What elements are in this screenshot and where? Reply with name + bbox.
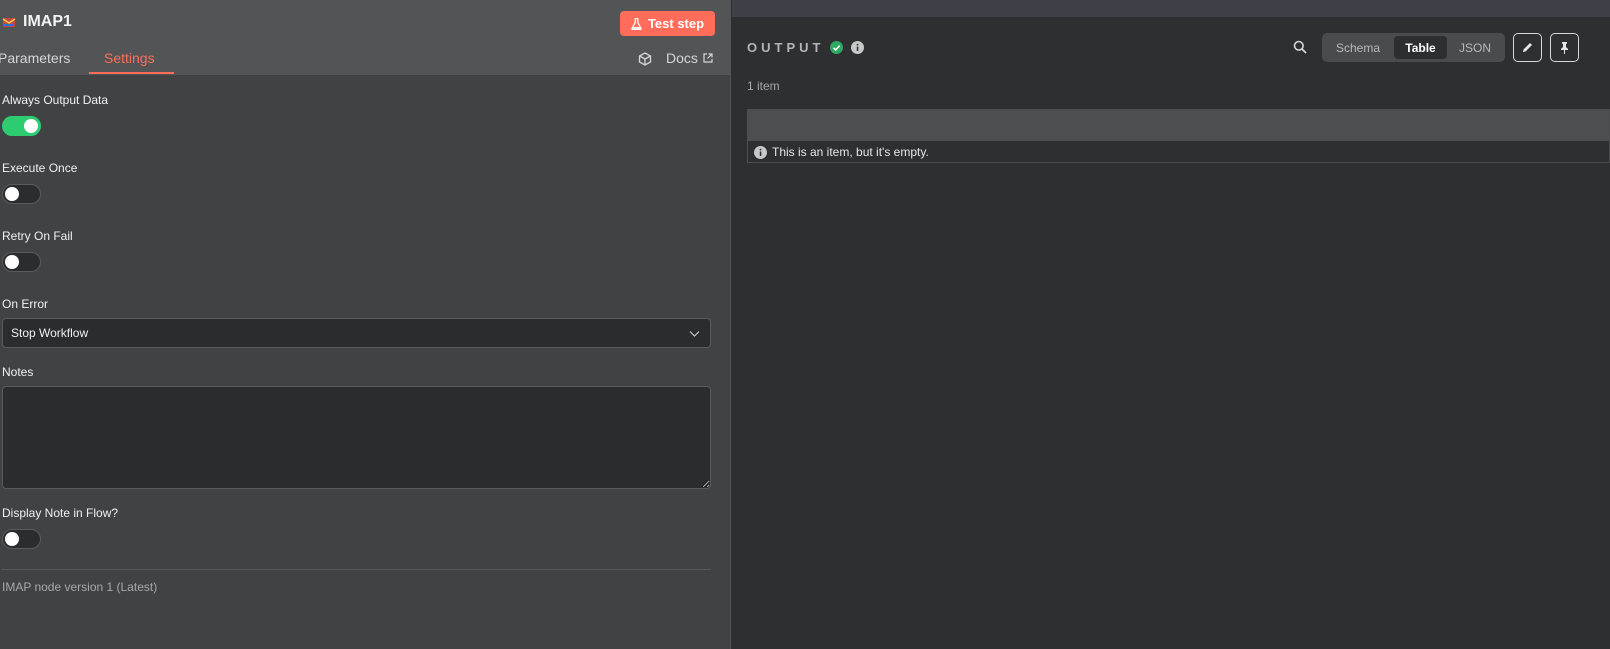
- info-icon: [754, 145, 767, 159]
- on-error-value: Stop Workflow: [11, 326, 89, 340]
- retry-on-fail-toggle[interactable]: [2, 252, 41, 272]
- toggle-knob: [24, 119, 38, 133]
- divider: [2, 569, 711, 570]
- output-top-bar: [732, 0, 1610, 17]
- pin-icon: [1561, 42, 1568, 54]
- cube-icon: [638, 52, 652, 66]
- success-check-icon: [830, 41, 843, 54]
- display-note-label: Display Note in Flow?: [2, 506, 119, 520]
- chevron-down-icon: [689, 331, 700, 337]
- pin-data-button[interactable]: [1550, 33, 1579, 62]
- execute-once-label: Execute Once: [2, 161, 78, 175]
- on-error-label: On Error: [2, 297, 49, 311]
- retry-on-fail-label: Retry On Fail: [2, 229, 73, 243]
- toggle-knob: [5, 255, 19, 269]
- flask-icon: [631, 17, 642, 30]
- output-panel: OUTPUT Schema Table JSON 1 item This is …: [732, 0, 1610, 649]
- table-row: This is an item, but it's empty.: [754, 145, 929, 159]
- notes-label: Notes: [2, 365, 34, 379]
- search-icon[interactable]: [1293, 40, 1307, 54]
- view-switcher: Schema Table JSON: [1322, 33, 1505, 62]
- external-link-icon: [703, 53, 713, 63]
- toggle-knob: [5, 532, 19, 546]
- execute-once-toggle[interactable]: [2, 184, 41, 204]
- view-schema[interactable]: Schema: [1325, 36, 1391, 59]
- always-output-label: Always Output Data: [2, 93, 109, 107]
- output-table: This is an item, but it's empty.: [747, 109, 1610, 163]
- tab-settings[interactable]: Settings: [104, 50, 155, 66]
- tab-parameters[interactable]: Parameters: [0, 50, 70, 66]
- tab-active-underline: [89, 72, 174, 74]
- display-note-toggle[interactable]: [2, 529, 41, 549]
- view-table[interactable]: Table: [1394, 36, 1447, 59]
- test-step-button[interactable]: Test step: [620, 11, 715, 36]
- empty-item-message: This is an item, but it's empty.: [772, 145, 929, 159]
- pencil-icon: [1523, 43, 1532, 52]
- table-header: [748, 110, 1609, 141]
- toggle-knob: [5, 187, 19, 201]
- docs-link[interactable]: Docs: [666, 50, 713, 66]
- always-output-toggle[interactable]: [2, 116, 41, 136]
- notes-textarea[interactable]: [2, 386, 711, 489]
- node-header: IMAP1 Test step Parameters Settings Docs: [0, 0, 730, 75]
- docs-label: Docs: [666, 50, 698, 66]
- node-title[interactable]: IMAP1: [23, 13, 72, 31]
- info-icon[interactable]: [851, 41, 864, 54]
- edit-output-button[interactable]: [1513, 33, 1542, 62]
- on-error-select[interactable]: Stop Workflow: [2, 318, 711, 348]
- test-step-label: Test step: [647, 16, 705, 31]
- items-count: 1 item: [747, 79, 780, 93]
- imap-node-icon: [2, 18, 16, 27]
- view-json[interactable]: JSON: [1448, 36, 1502, 59]
- node-version: IMAP node version 1 (Latest): [2, 580, 158, 594]
- node-settings-panel: IMAP1 Test step Parameters Settings Docs…: [0, 0, 731, 649]
- output-title: OUTPUT: [747, 40, 825, 55]
